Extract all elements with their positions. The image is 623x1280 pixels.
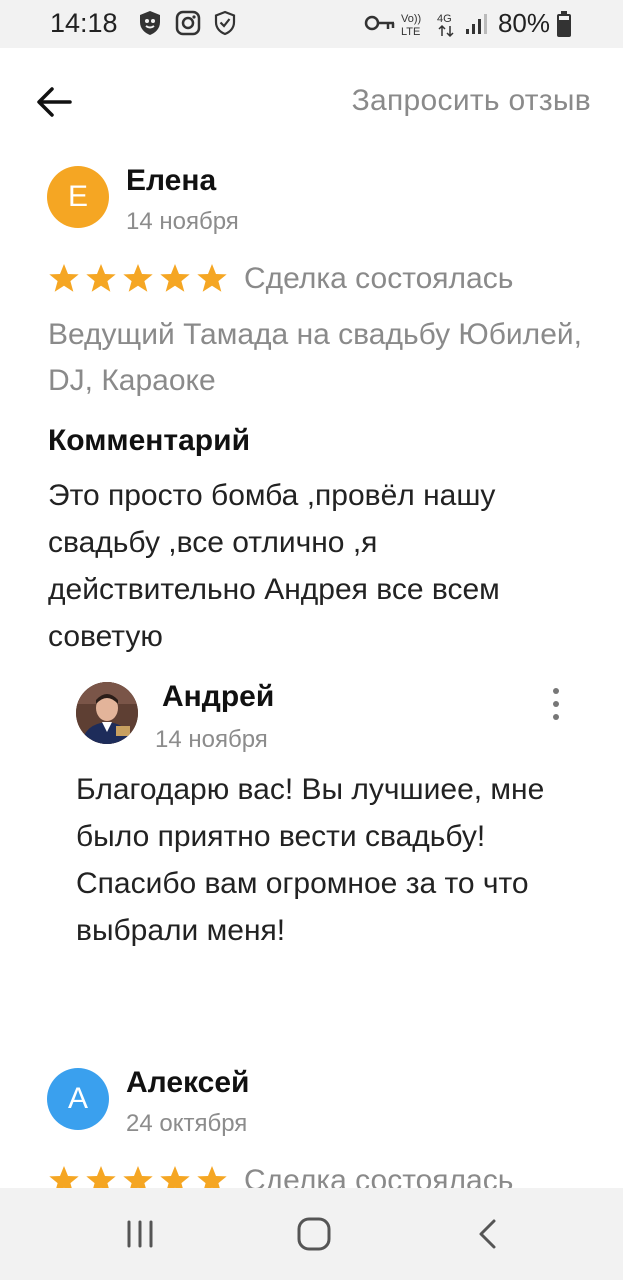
key-icon bbox=[364, 15, 395, 31]
back-icon[interactable] bbox=[468, 1214, 508, 1254]
star-icon bbox=[86, 264, 116, 292]
comment-heading: Комментарий bbox=[48, 424, 251, 457]
svg-text:LTE: LTE bbox=[401, 26, 420, 38]
star-icon bbox=[160, 264, 190, 292]
reply-author: Андрей bbox=[162, 680, 275, 713]
service-title: Ведущий Тамада на свадьбу Юбилей, DJ, Ка… bbox=[48, 318, 582, 397]
more-vertical-icon[interactable] bbox=[546, 688, 566, 720]
avatar: Е bbox=[47, 166, 109, 228]
review-date: 24 октября bbox=[126, 1110, 248, 1137]
signal-icon bbox=[466, 14, 487, 34]
status-time: 14:18 bbox=[50, 8, 118, 38]
4g-icon: 4G bbox=[437, 13, 454, 38]
request-review-button[interactable]: Запросить отзыв bbox=[352, 84, 591, 118]
review-author: Алексей bbox=[126, 1066, 250, 1099]
vpn-shield-icon bbox=[214, 10, 236, 36]
system-nav-bar bbox=[0, 1188, 623, 1280]
review-date: 14 ноября bbox=[126, 208, 239, 235]
reply-date: 14 ноября bbox=[155, 726, 268, 753]
rating-stars bbox=[48, 262, 228, 294]
shield-app-icon bbox=[140, 11, 160, 35]
star-icon bbox=[197, 264, 227, 292]
star-icon bbox=[49, 264, 79, 292]
reply-text: Благодарю вас! Вы лучшиее, мне было прия… bbox=[76, 773, 545, 947]
instagram-icon bbox=[175, 10, 201, 36]
battery-icon bbox=[557, 11, 571, 37]
svg-text:Vo)): Vo)) bbox=[401, 13, 421, 25]
volte-icon: Vo)) LTE bbox=[401, 13, 421, 38]
svg-text:4G: 4G bbox=[437, 13, 452, 25]
deal-status: Сделка состоялась bbox=[244, 262, 514, 295]
recent-apps-icon[interactable] bbox=[120, 1214, 160, 1254]
arrow-left-icon[interactable] bbox=[34, 82, 74, 122]
comment-text: Это просто бомба ,провёл нашу свадьбу ,в… bbox=[48, 479, 500, 653]
review-author: Елена bbox=[126, 164, 217, 197]
status-bar: 14:18 Vo)) LTE 4G 80% bbox=[0, 0, 623, 48]
home-icon[interactable] bbox=[294, 1214, 334, 1254]
star-icon bbox=[123, 264, 153, 292]
battery-percent: 80% bbox=[497, 8, 550, 38]
avatar bbox=[76, 682, 138, 744]
avatar: А bbox=[47, 1068, 109, 1130]
